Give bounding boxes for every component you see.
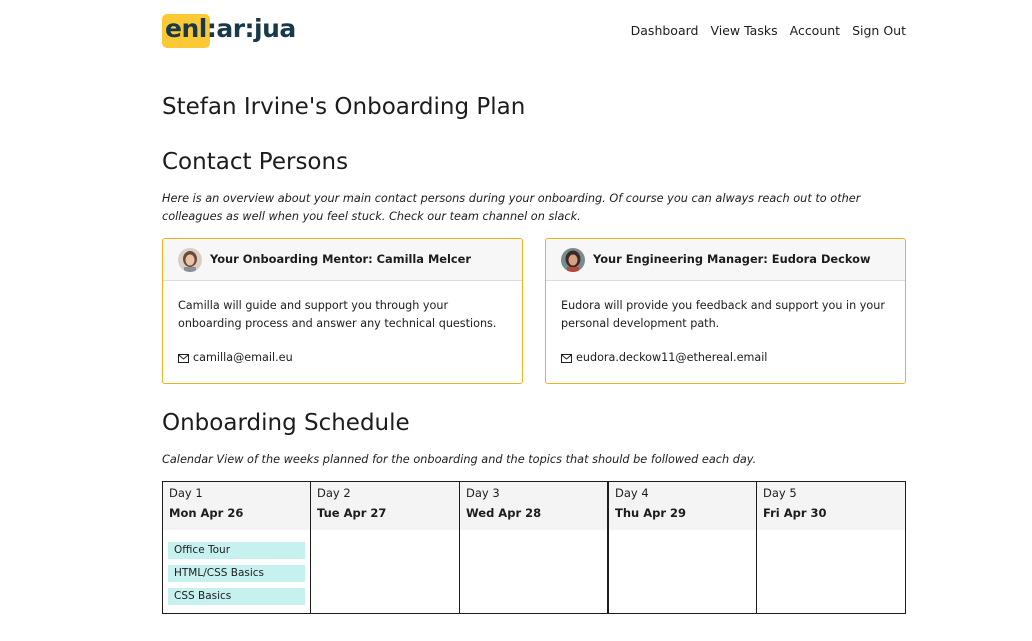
manager-email[interactable]: eudora.deckow11@ethereal.email xyxy=(561,351,767,364)
mentor-avatar xyxy=(178,248,202,272)
enlarjua-logo[interactable]: enl:ar:jua xyxy=(162,12,296,50)
day-number: Day 5 xyxy=(763,486,797,500)
day-number: Day 2 xyxy=(317,486,351,500)
nav-account-link[interactable]: Account xyxy=(790,23,840,38)
mentor-email-text[interactable]: camilla@email.eu xyxy=(193,351,293,364)
day-date: Wed Apr 28 xyxy=(466,506,542,520)
mentor-email[interactable]: camilla@email.eu xyxy=(178,351,293,364)
mail-icon xyxy=(178,353,189,363)
manager-description: Eudora will provide you feedback and sup… xyxy=(561,299,885,330)
main-nav: Dashboard View Tasks Account Sign Out xyxy=(631,23,906,38)
day-date: Mon Apr 26 xyxy=(169,506,244,520)
day-header: Day 5 Fri Apr 30 xyxy=(757,482,905,530)
day-number: Day 4 xyxy=(615,486,649,500)
day-date: Fri Apr 30 xyxy=(763,506,827,520)
nav-view-tasks-link[interactable]: View Tasks xyxy=(710,23,777,38)
day-header: Day 3 Wed Apr 28 xyxy=(460,482,607,530)
event-css-basics[interactable]: CSS Basics xyxy=(168,588,305,605)
logo-text: enl:ar:jua xyxy=(165,14,296,43)
calendar-day-4: Day 4 Thu Apr 29 xyxy=(609,482,757,613)
onboarding-calendar: Day 1 Mon Apr 26 Office Tour HTML/CSS Ba… xyxy=(162,481,906,614)
day-header: Day 1 Mon Apr 26 xyxy=(163,482,310,530)
page-title: Stefan Irvine's Onboarding Plan xyxy=(162,94,526,120)
manager-avatar xyxy=(561,248,585,272)
day-header: Day 4 Thu Apr 29 xyxy=(609,482,756,530)
manager-card: Your Engineering Manager: Eudora Deckow … xyxy=(545,238,906,384)
day-events: Office Tour HTML/CSS Basics CSS Basics xyxy=(163,530,310,605)
day-header: Day 2 Tue Apr 27 xyxy=(311,482,459,530)
contact-persons-heading: Contact Persons xyxy=(162,149,349,175)
day-date: Tue Apr 27 xyxy=(317,506,387,520)
event-html-css-basics[interactable]: HTML/CSS Basics xyxy=(168,565,305,582)
mentor-card: Your Onboarding Mentor: Camilla Melcer C… xyxy=(162,238,523,384)
nav-dashboard-link[interactable]: Dashboard xyxy=(631,23,699,38)
top-navigation-bar: enl:ar:jua Dashboard View Tasks Account … xyxy=(162,12,906,52)
calendar-day-1: Day 1 Mon Apr 26 Office Tour HTML/CSS Ba… xyxy=(163,482,311,613)
calendar-day-2: Day 2 Tue Apr 27 xyxy=(311,482,460,613)
mentor-description: Camilla will guide and support you throu… xyxy=(178,299,497,330)
mail-icon xyxy=(561,353,572,363)
day-number: Day 3 xyxy=(466,486,500,500)
onboarding-schedule-intro: Calendar View of the weeks planned for t… xyxy=(162,453,757,466)
calendar-day-5: Day 5 Fri Apr 30 xyxy=(757,482,905,613)
contact-persons-intro: Here is an overview about your main cont… xyxy=(162,192,861,223)
manager-card-title: Your Engineering Manager: Eudora Deckow xyxy=(593,252,871,266)
manager-email-text[interactable]: eudora.deckow11@ethereal.email xyxy=(576,351,767,364)
mentor-card-header: Your Onboarding Mentor: Camilla Melcer xyxy=(163,239,522,281)
manager-card-header: Your Engineering Manager: Eudora Deckow xyxy=(546,239,905,281)
mentor-card-title: Your Onboarding Mentor: Camilla Melcer xyxy=(210,252,471,266)
nav-sign-out-link[interactable]: Sign Out xyxy=(852,23,906,38)
day-number: Day 1 xyxy=(169,486,203,500)
day-date: Thu Apr 29 xyxy=(615,506,687,520)
calendar-day-3: Day 3 Wed Apr 28 xyxy=(460,482,609,613)
onboarding-schedule-heading: Onboarding Schedule xyxy=(162,410,410,436)
event-office-tour[interactable]: Office Tour xyxy=(168,542,305,559)
